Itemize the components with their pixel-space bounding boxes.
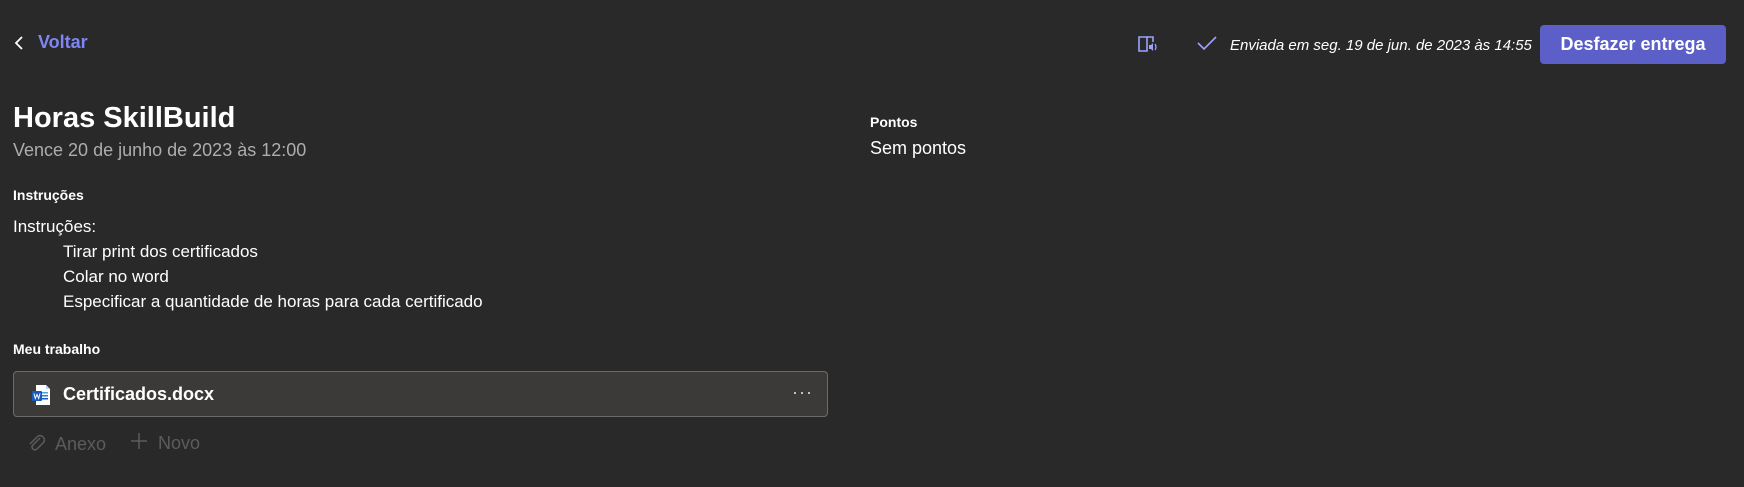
points-heading: Pontos	[870, 114, 918, 130]
file-card[interactable]: Certificados.docx ···	[13, 371, 828, 417]
instruction-item: Especificar a quantidade de horas para c…	[63, 292, 483, 311]
more-options-icon[interactable]: ···	[792, 382, 813, 403]
instructions-heading: Instruções	[13, 187, 84, 203]
page-title: Horas SkillBuild	[13, 102, 236, 134]
paperclip-icon	[27, 432, 46, 457]
instruction-item: Colar no word	[63, 267, 169, 286]
back-button[interactable]: Voltar	[14, 32, 88, 53]
submitted-text: Enviada em seg. 19 de jun. de 2023 às 14…	[1230, 37, 1532, 54]
instruction-item: Tirar print dos certificados	[63, 242, 258, 261]
submission-status: Enviada em seg. 19 de jun. de 2023 às 14…	[1196, 35, 1532, 56]
plus-icon	[130, 432, 148, 455]
my-work-heading: Meu trabalho	[13, 341, 101, 357]
back-label: Voltar	[38, 32, 88, 52]
instructions-body: Instruções: Tirar print dos certificados…	[13, 214, 483, 314]
word-document-icon	[31, 384, 51, 411]
immersive-reader-icon[interactable]	[1137, 34, 1159, 59]
chevron-left-icon	[14, 35, 24, 51]
undo-submission-button[interactable]: Desfazer entrega	[1540, 25, 1726, 64]
points-value: Sem pontos	[870, 138, 967, 158]
new-label: Novo	[158, 433, 201, 453]
new-button[interactable]: Novo	[130, 432, 200, 455]
attach-label: Anexo	[55, 434, 107, 454]
attach-button[interactable]: Anexo	[27, 432, 106, 457]
instructions-intro: Instruções:	[13, 217, 97, 236]
due-date: Vence 20 de junho de 2023 às 12:00	[13, 140, 307, 160]
checkmark-icon	[1196, 35, 1218, 56]
file-name: Certificados.docx	[63, 384, 215, 404]
